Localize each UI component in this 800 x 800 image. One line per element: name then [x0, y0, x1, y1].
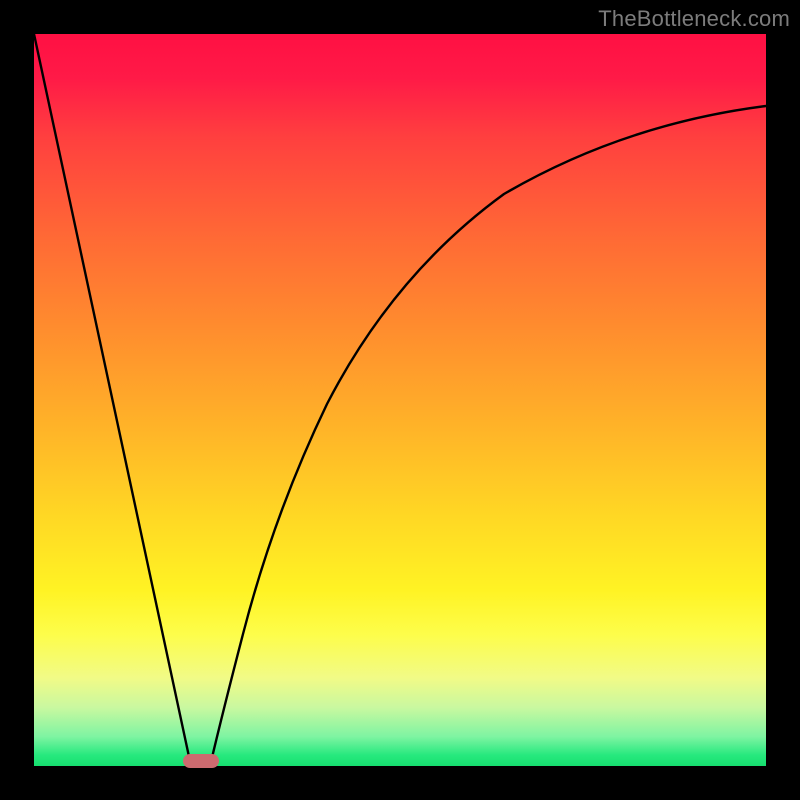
chart-frame: TheBottleneck.com	[0, 0, 800, 800]
watermark-text: TheBottleneck.com	[598, 6, 790, 32]
plot-area	[34, 34, 766, 766]
bottleneck-curve	[34, 34, 766, 766]
optimal-marker	[183, 754, 219, 768]
curve-right-branch	[210, 106, 766, 766]
curve-left-branch	[34, 34, 191, 766]
